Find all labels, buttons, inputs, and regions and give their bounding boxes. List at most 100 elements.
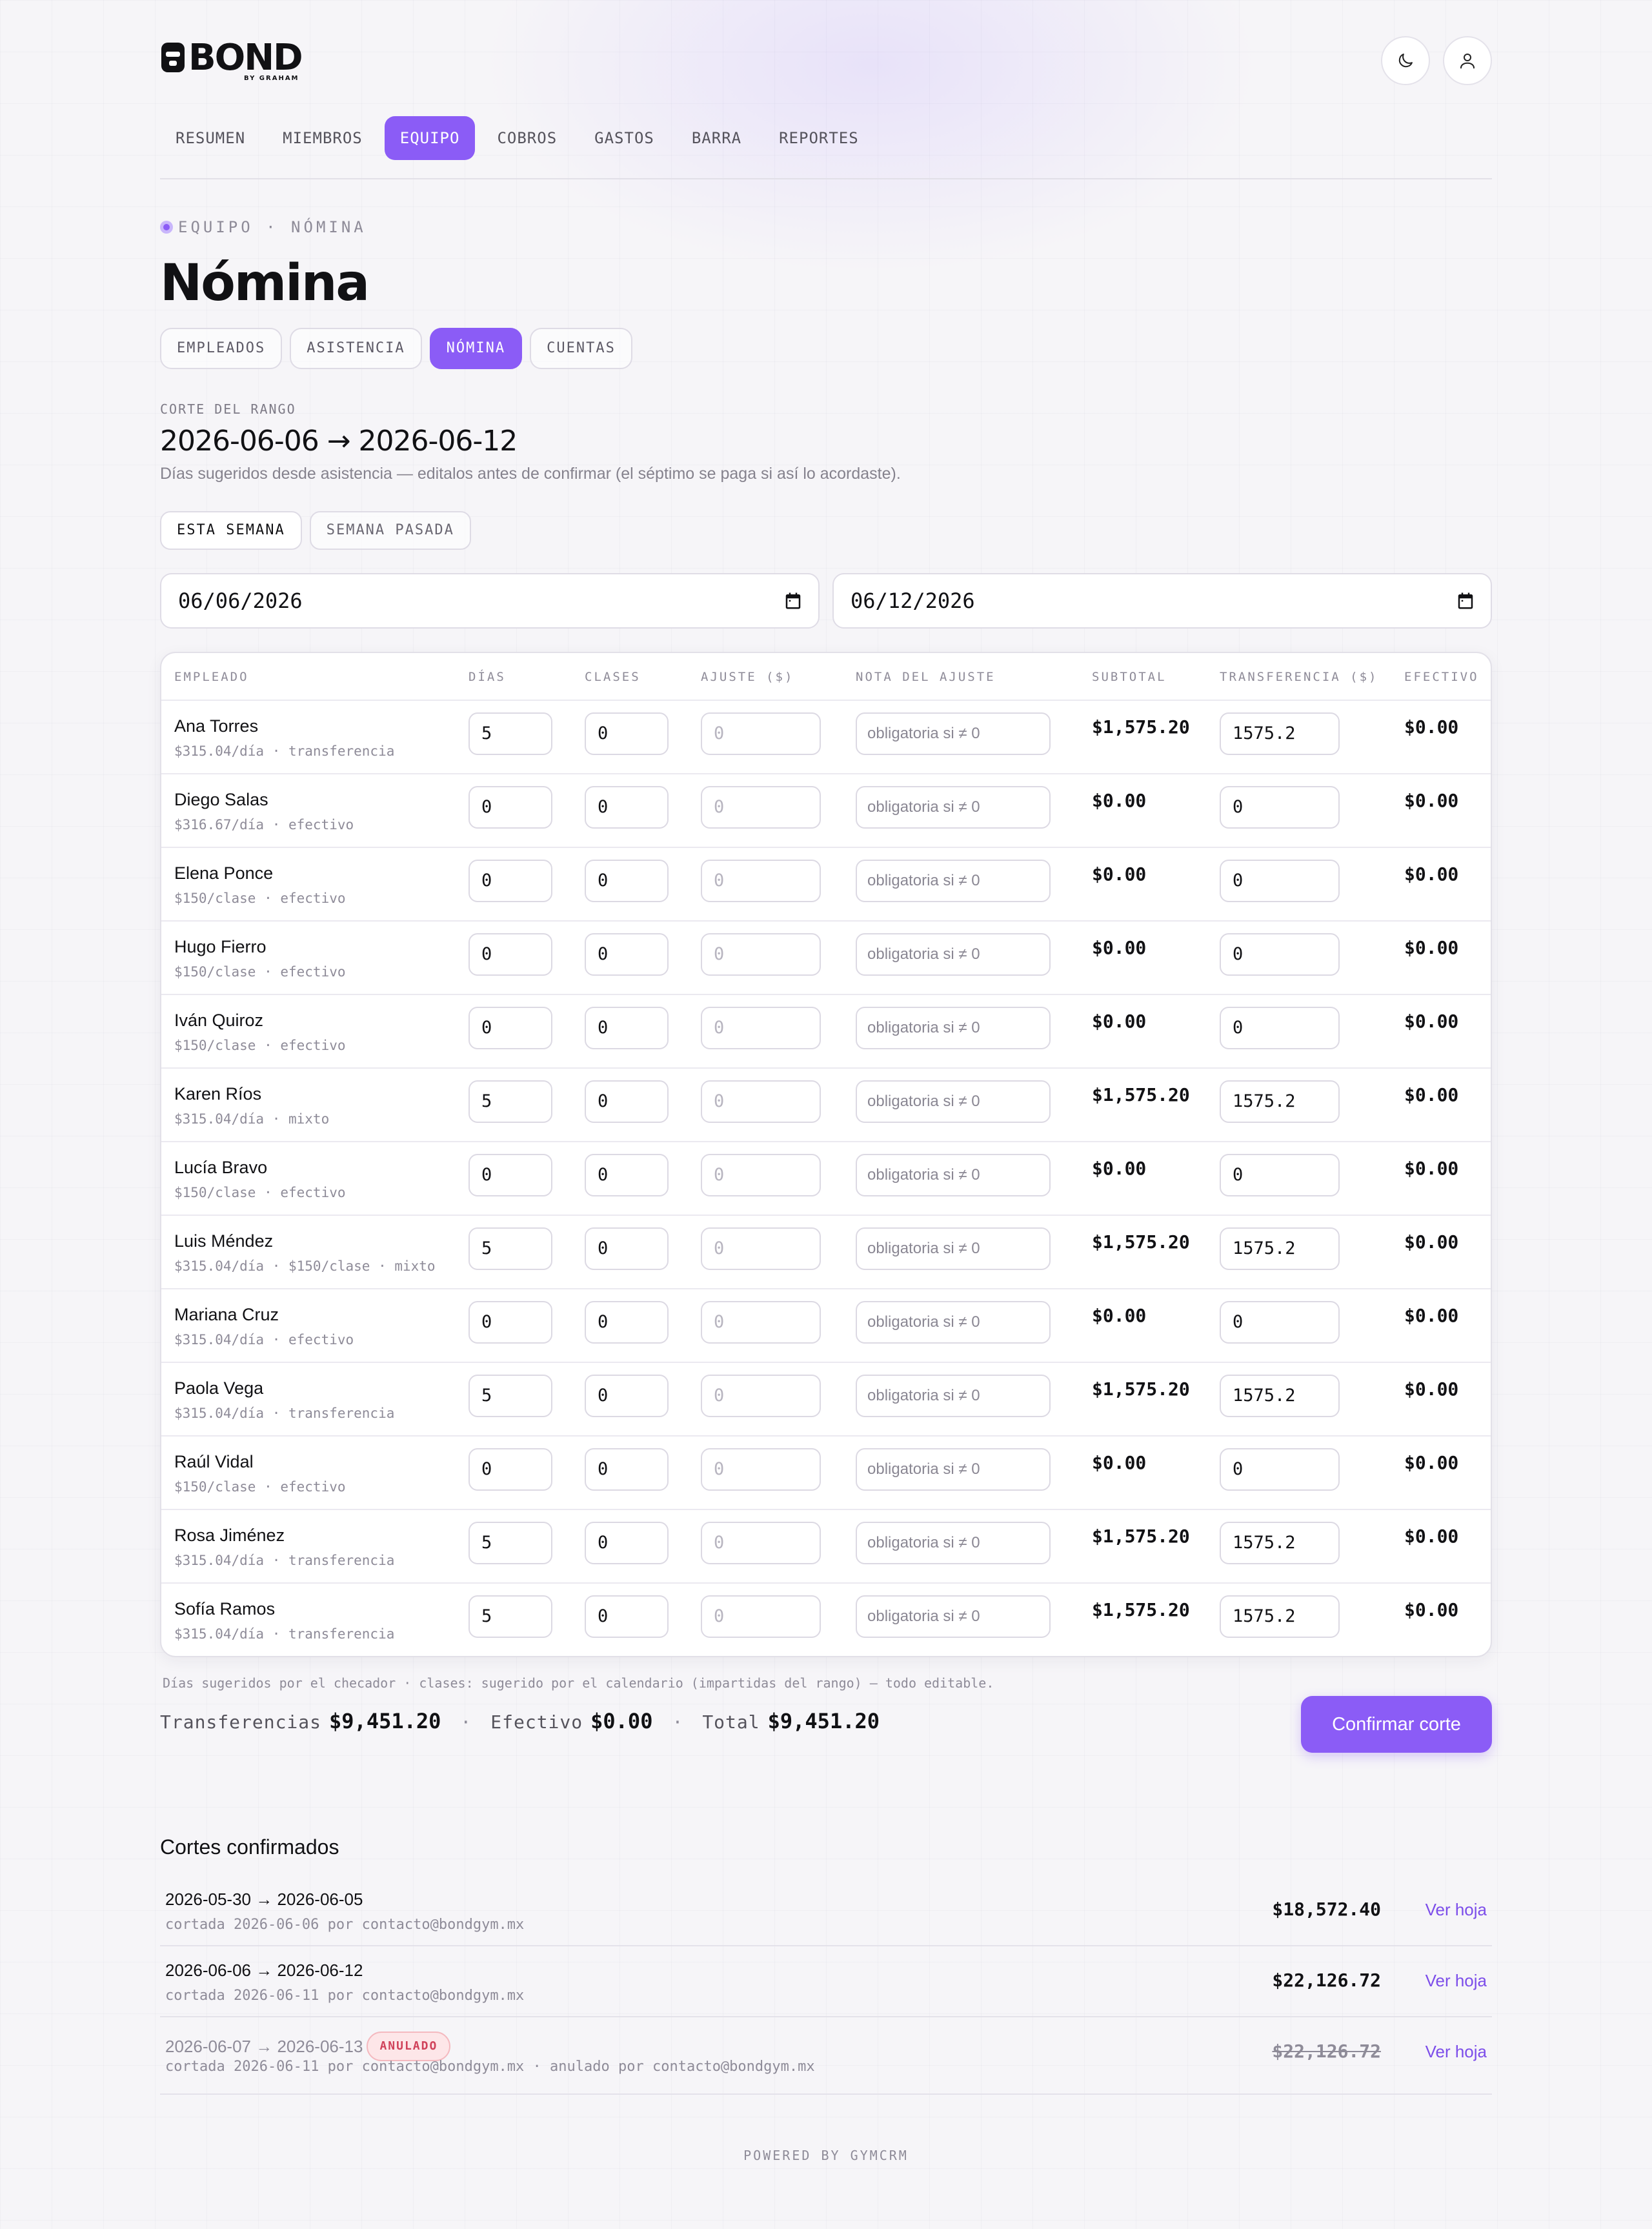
brand-logo[interactable]: BOND BY GRAHAM — [160, 40, 303, 82]
cut-meta: cortada 2026-06-06 por contacto@bondgym.… — [165, 1917, 525, 1933]
nav-item-resumen[interactable]: RESUMEN — [160, 116, 261, 160]
days-input[interactable]: 0 — [468, 1448, 552, 1491]
adjustment-input[interactable]: 0 — [701, 1227, 821, 1270]
days-input[interactable]: 5 — [468, 1375, 552, 1417]
classes-input[interactable]: 0 — [585, 1595, 669, 1638]
transfer-input[interactable]: 1575.2 — [1220, 1375, 1340, 1417]
classes-input[interactable]: 0 — [585, 1522, 669, 1564]
adjustment-note-input[interactable]: obligatoria si ≠ 0 — [856, 1522, 1051, 1564]
transfer-input[interactable]: 1575.2 — [1220, 1595, 1340, 1638]
days-input[interactable]: 0 — [468, 933, 552, 976]
nav-item-gastos[interactable]: GASTOS — [579, 116, 670, 160]
adjustment-note-input[interactable]: obligatoria si ≠ 0 — [856, 712, 1051, 755]
employee-name: Mariana Cruz — [174, 1305, 279, 1324]
adjustment-input[interactable]: 0 — [701, 1522, 821, 1564]
days-input[interactable]: 0 — [468, 1301, 552, 1344]
this-week-button[interactable]: ESTA SEMANA — [160, 511, 302, 550]
transfer-input[interactable]: 0 — [1220, 1448, 1340, 1491]
transfer-input[interactable]: 1575.2 — [1220, 1080, 1340, 1123]
cash-value: $0.00 — [1404, 716, 1459, 738]
brand-sub: BY GRAHAM — [244, 75, 299, 82]
date-from-input[interactable]: 06/06/2026 — [160, 573, 820, 629]
adjustment-note-input[interactable]: obligatoria si ≠ 0 — [856, 1154, 1051, 1196]
adjustment-input[interactable]: 0 — [701, 1595, 821, 1638]
adjustment-input[interactable]: 0 — [701, 860, 821, 902]
adjustment-input[interactable]: 0 — [701, 1154, 821, 1196]
adjustment-note-input[interactable]: obligatoria si ≠ 0 — [856, 1448, 1051, 1491]
classes-input[interactable]: 0 — [585, 1154, 669, 1196]
adjustment-input[interactable]: 0 — [701, 933, 821, 976]
adjustment-note-input[interactable]: obligatoria si ≠ 0 — [856, 860, 1051, 902]
adjustment-note-input[interactable]: obligatoria si ≠ 0 — [856, 1080, 1051, 1123]
employee-name: Raúl Vidal — [174, 1452, 254, 1471]
last-week-button[interactable]: SEMANA PASADA — [309, 511, 471, 550]
adjustment-note-input[interactable]: obligatoria si ≠ 0 — [856, 1301, 1051, 1344]
col-empleado: EMPLEADO — [174, 670, 249, 684]
adjustment-input[interactable]: 0 — [701, 1007, 821, 1049]
nav-item-miembros[interactable]: MIEMBROS — [267, 116, 378, 160]
view-sheet-link[interactable]: Ver hoja — [1425, 1900, 1487, 1920]
confirm-cut-button[interactable]: Confirmar corte — [1301, 1696, 1492, 1753]
table-row: Paola Vega $315.04/día · transferencia 5 0 0… — [161, 1363, 1491, 1437]
days-input[interactable]: 0 — [468, 1007, 552, 1049]
tab-empleados[interactable]: EMPLEADOS — [160, 328, 283, 369]
classes-input[interactable]: 0 — [585, 1301, 669, 1344]
classes-input[interactable]: 0 — [585, 1227, 669, 1270]
transfer-input[interactable]: 1575.2 — [1220, 1227, 1340, 1270]
adjustment-input[interactable]: 0 — [701, 786, 821, 829]
adjustment-note-input[interactable]: obligatoria si ≠ 0 — [856, 1375, 1051, 1417]
transfer-input[interactable]: 0 — [1220, 786, 1340, 829]
classes-input[interactable]: 0 — [585, 712, 669, 755]
classes-input[interactable]: 0 — [585, 1375, 669, 1417]
classes-input[interactable]: 0 — [585, 786, 669, 829]
view-sheet-link[interactable]: Ver hoja — [1425, 1971, 1487, 1991]
user-menu-button[interactable] — [1443, 36, 1492, 85]
days-input[interactable]: 5 — [468, 1522, 552, 1564]
days-input[interactable]: 5 — [468, 1227, 552, 1270]
classes-input[interactable]: 0 — [585, 1080, 669, 1123]
classes-input[interactable]: 0 — [585, 933, 669, 976]
adjustment-input[interactable]: 0 — [701, 1301, 821, 1344]
classes-input[interactable]: 0 — [585, 1448, 669, 1491]
nav-item-cobros[interactable]: COBROS — [481, 116, 572, 160]
page-title: Nómina — [160, 254, 370, 312]
transfer-input[interactable]: 0 — [1220, 1154, 1340, 1196]
adjustment-note-input[interactable]: obligatoria si ≠ 0 — [856, 933, 1051, 976]
transfer-input[interactable]: 0 — [1220, 1301, 1340, 1344]
days-input[interactable]: 5 — [468, 1080, 552, 1123]
tab-nomina[interactable]: NÓMINA — [429, 328, 523, 369]
transfer-input[interactable]: 0 — [1220, 1007, 1340, 1049]
days-input[interactable]: 0 — [468, 860, 552, 902]
nav-item-barra[interactable]: BARRA — [676, 116, 757, 160]
tab-asistencia[interactable]: ASISTENCIA — [290, 328, 422, 369]
view-sheet-link[interactable]: Ver hoja — [1425, 2042, 1487, 2062]
classes-input[interactable]: 0 — [585, 860, 669, 902]
days-input[interactable]: 5 — [468, 712, 552, 755]
days-input[interactable]: 0 — [468, 786, 552, 829]
tab-cuentas[interactable]: CUENTAS — [530, 328, 632, 369]
adjustment-input[interactable]: 0 — [701, 1375, 821, 1417]
transfer-input[interactable]: 1575.2 — [1220, 1522, 1340, 1564]
adjustment-input[interactable]: 0 — [701, 712, 821, 755]
transfer-input[interactable]: 0 — [1220, 860, 1340, 902]
calendar-icon[interactable] — [783, 591, 803, 610]
col-ajuste: AJUSTE ($) — [701, 670, 794, 684]
adjustment-note-input[interactable]: obligatoria si ≠ 0 — [856, 786, 1051, 829]
adjustment-note-input[interactable]: obligatoria si ≠ 0 — [856, 1227, 1051, 1270]
theme-toggle-button[interactable] — [1381, 36, 1430, 85]
transfer-input[interactable]: 0 — [1220, 933, 1340, 976]
nav-item-reportes[interactable]: REPORTES — [763, 116, 874, 160]
days-input[interactable]: 5 — [468, 1595, 552, 1638]
days-input[interactable]: 0 — [468, 1154, 552, 1196]
table-footnote: Días sugeridos por el checador · clases:… — [163, 1675, 994, 1691]
adjustment-note-input[interactable]: obligatoria si ≠ 0 — [856, 1007, 1051, 1049]
adjustment-input[interactable]: 0 — [701, 1448, 821, 1491]
date-to-input[interactable]: 06/12/2026 — [832, 573, 1492, 629]
adjustment-note-input[interactable]: obligatoria si ≠ 0 — [856, 1595, 1051, 1638]
transfer-input[interactable]: 1575.2 — [1220, 712, 1340, 755]
total-transfer-value: $9,451.20 — [329, 1709, 441, 1733]
adjustment-input[interactable]: 0 — [701, 1080, 821, 1123]
calendar-icon[interactable] — [1456, 591, 1475, 610]
nav-item-equipo[interactable]: EQUIPO — [384, 116, 476, 160]
classes-input[interactable]: 0 — [585, 1007, 669, 1049]
